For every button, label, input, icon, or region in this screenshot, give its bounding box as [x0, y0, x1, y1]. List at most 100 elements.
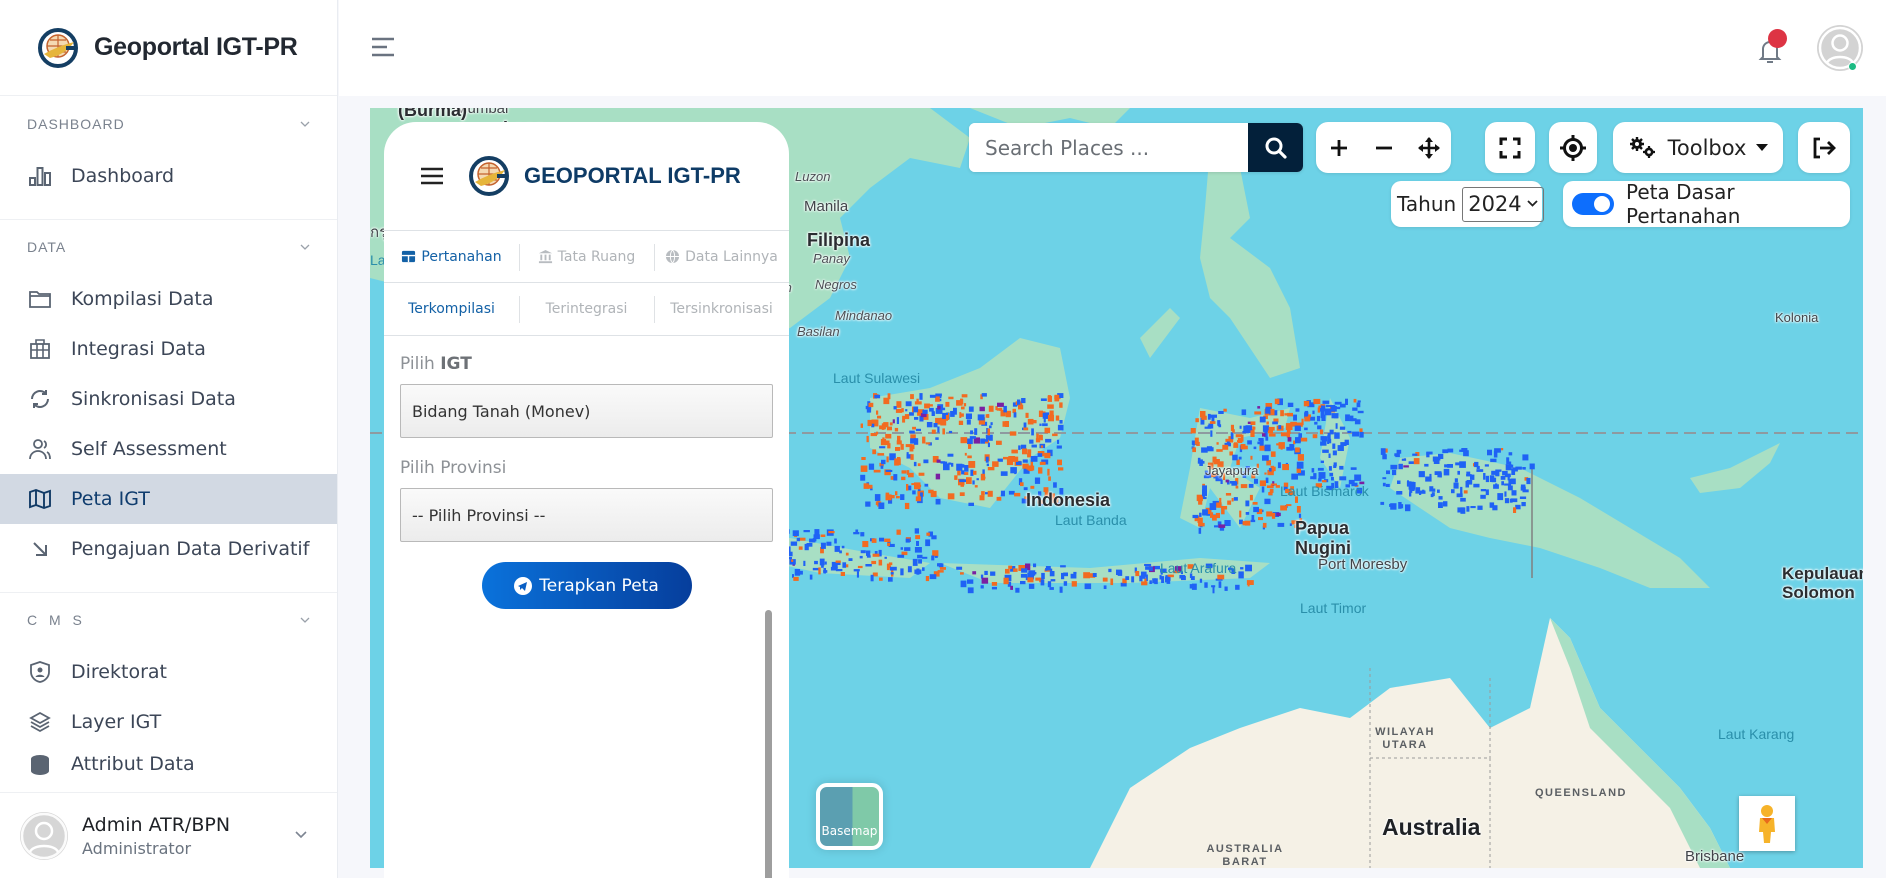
peta-dasar-toggle[interactable] [1572, 193, 1614, 215]
data-spot [1316, 415, 1321, 422]
data-spot [1029, 572, 1037, 575]
data-spot [948, 430, 953, 434]
basemap-toggle-control: Peta Dasar Pertanahan [1563, 180, 1850, 228]
apply-map-button[interactable]: Terapkan Peta [481, 562, 692, 609]
data-spot [1233, 443, 1239, 448]
data-spot [1084, 583, 1092, 590]
sidebar-item-self-assessment[interactable]: Self Assessment [0, 424, 337, 474]
data-spot [905, 409, 908, 412]
data-spot [911, 483, 915, 486]
year-filter: Tahun 2024 [1391, 181, 1544, 227]
data-spot [976, 478, 979, 481]
data-spot [1027, 452, 1032, 458]
chevron-down-icon[interactable] [293, 827, 309, 843]
data-spot [1295, 437, 1301, 444]
data-spot [929, 574, 937, 580]
subtab-tersinkronisasi[interactable]: Tersinkronisasi [654, 283, 789, 335]
brand[interactable]: Geoportal IGT-PR [0, 0, 337, 96]
sidebar-item-integrasi-data[interactable]: Integrasi Data [0, 324, 337, 374]
zoom-out-button[interactable] [1361, 122, 1406, 173]
data-spot [1039, 423, 1042, 426]
data-spot [1152, 578, 1157, 584]
fullscreen-button[interactable] [1485, 122, 1535, 173]
provinsi-select[interactable]: -- Pilih Provinsi -- [400, 488, 773, 542]
sidebar-item-dashboard[interactable]: Dashboard [0, 151, 337, 201]
sidebar-item-sinkronisasi-data[interactable]: Sinkronisasi Data [0, 374, 337, 424]
tab-tata-ruang[interactable]: Tata Ruang [519, 231, 654, 282]
sidebar-item-label: Peta IGT [71, 488, 150, 510]
sidebar-item-peta-igt[interactable]: Peta IGT [0, 474, 337, 524]
section-title: DATA [27, 239, 67, 255]
locate-button[interactable] [1549, 122, 1597, 173]
data-spot [1058, 467, 1064, 471]
layers-icon [29, 711, 51, 733]
map-label-laut-timor: Laut Timor [1300, 600, 1367, 616]
data-spot [888, 577, 893, 582]
igt-select[interactable]: Bidang Tanah (Monev) [400, 384, 773, 438]
pan-button[interactable] [1406, 122, 1451, 173]
user-profile[interactable]: Admin ATR/BPN Administrator [0, 792, 337, 878]
sidebar-item-attribut-data[interactable]: Attribut Data [0, 747, 337, 777]
data-spot [896, 417, 899, 424]
data-spot [1492, 505, 1498, 511]
data-spot [1487, 449, 1492, 456]
sidebar-item-pengajuan-data-derivatif[interactable]: Pengajuan Data Derivatif [0, 524, 337, 574]
plus-icon [1330, 139, 1347, 156]
data-spot [1189, 584, 1194, 589]
data-spot [872, 449, 877, 455]
tab-pertanahan[interactable]: Pertanahan [384, 231, 519, 282]
data-spot [1063, 572, 1068, 577]
data-spot [1201, 415, 1207, 420]
section-header-data[interactable]: DATA [0, 220, 337, 274]
sidebar-item-direktorat[interactable]: Direktorat [0, 647, 337, 697]
tab-data-lainnya[interactable]: Data Lainnya [654, 231, 789, 282]
geoportal-logo-icon [469, 156, 509, 196]
basemap-switcher-button[interactable]: Basemap [816, 783, 883, 850]
sidebar-item-kompilasi-data[interactable]: Kompilasi Data [0, 274, 337, 324]
data-spot [1332, 450, 1337, 456]
data-spot [826, 541, 832, 546]
data-spot [1329, 429, 1334, 435]
data-spot [922, 567, 925, 571]
search-input[interactable] [969, 123, 1248, 172]
data-spot [1055, 415, 1060, 421]
data-spot [1247, 440, 1252, 445]
data-spot [1092, 573, 1097, 577]
data-spot [1434, 471, 1442, 475]
data-spot [1431, 492, 1435, 497]
logout-button[interactable] [1798, 122, 1850, 173]
toolbox-dropdown[interactable]: Toolbox [1613, 122, 1783, 173]
data-spot [1508, 478, 1511, 485]
year-select[interactable]: 2024 [1462, 186, 1544, 222]
user-name: Admin ATR/BPN [82, 813, 231, 836]
sidebar-item-layer-igt[interactable]: Layer IGT [0, 697, 337, 747]
data-spot [1021, 398, 1026, 404]
data-spot [1232, 454, 1238, 461]
data-spot [1222, 444, 1229, 450]
data-spot [914, 528, 919, 534]
section-header-cms[interactable]: C M S [0, 593, 337, 647]
section-header-dashboard[interactable]: DASHBOARD [0, 97, 337, 151]
search-button[interactable] [1248, 123, 1303, 172]
chevron-down-icon [300, 121, 310, 127]
panel-scrollbar[interactable] [765, 610, 772, 878]
data-spot [885, 433, 892, 439]
data-spot [845, 552, 849, 556]
arrow-down-right-icon [33, 542, 47, 556]
chevron-down-icon [1527, 200, 1538, 207]
data-spot [814, 560, 818, 565]
street-view-pegman[interactable] [1739, 796, 1795, 851]
zoom-in-button[interactable] [1316, 122, 1361, 173]
data-spot [974, 428, 978, 435]
hamburger-menu-icon[interactable] [421, 167, 443, 185]
data-spot [1048, 476, 1051, 481]
sidebar-nav[interactable]: DASHBOARD Dashboard DATA Kompilasi Data [0, 97, 337, 792]
data-spot [964, 452, 967, 456]
data-spot [1149, 580, 1152, 584]
subtab-terkompilasi[interactable]: Terkompilasi [384, 283, 519, 335]
menu-toggle-icon[interactable] [372, 37, 395, 57]
data-spot [1244, 520, 1251, 526]
data-spot [1504, 491, 1507, 497]
data-spot [855, 529, 859, 534]
subtab-terintegrasi[interactable]: Terintegrasi [519, 283, 654, 335]
